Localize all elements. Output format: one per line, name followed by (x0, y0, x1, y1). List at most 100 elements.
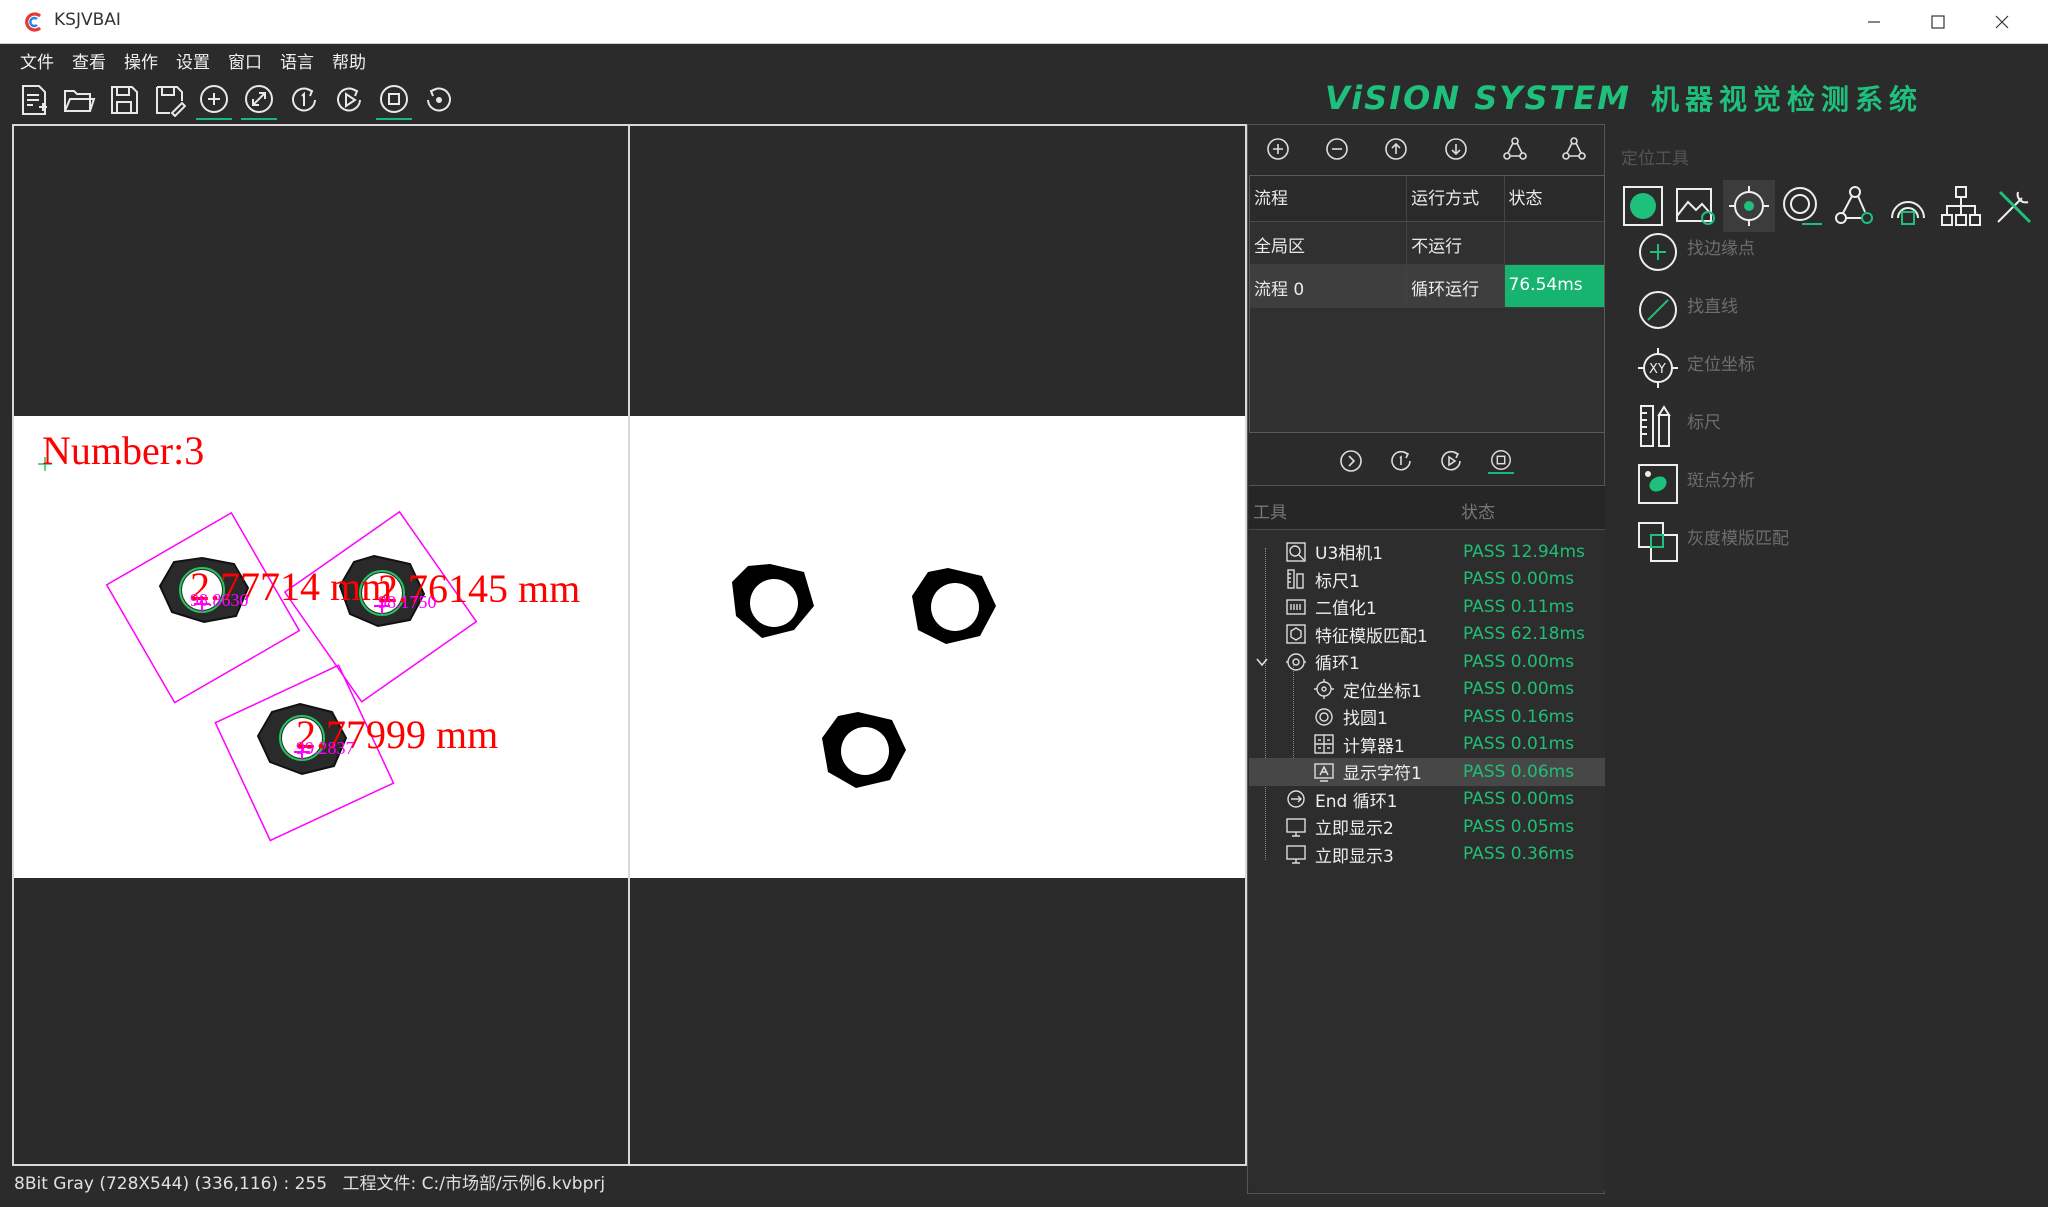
maximize-button[interactable] (1906, 0, 1970, 44)
tool-find-line[interactable]: 找直线 (1635, 286, 1738, 334)
remove-flow-icon[interactable] (1324, 136, 1350, 162)
tool-name: U3相机1 (1315, 544, 1384, 565)
binary-overlay (732, 564, 996, 788)
close-button[interactable] (1970, 0, 2034, 44)
tool-row[interactable]: 标尺1 PASS 0.00ms (1249, 566, 1605, 594)
category-structure[interactable] (1935, 180, 1987, 232)
fit-view-button[interactable] (241, 80, 277, 120)
category-image-process[interactable] (1670, 180, 1722, 232)
tool-row[interactable]: End 循环1 PASS 0.00ms (1249, 786, 1605, 814)
category-tools[interactable] (1988, 180, 2040, 232)
tool-row[interactable]: U3相机1 PASS 12.94ms (1249, 538, 1605, 566)
tool-name-cell: 立即显示3 (1249, 842, 1457, 867)
tool-row[interactable]: 立即显示3 PASS 0.36ms (1249, 841, 1605, 869)
chevron-down-icon[interactable] (1255, 655, 1269, 669)
category-communication[interactable] (1882, 180, 1934, 232)
monitor-icon (1286, 845, 1306, 864)
tool-locate-coordinate[interactable]: XY 定位坐标 (1635, 344, 1755, 392)
tool-name-cell: End 循环1 (1249, 787, 1457, 812)
stop-icon[interactable] (1488, 448, 1514, 474)
maximize-icon (1931, 15, 1945, 29)
tool-name-cell: 循环1 (1249, 649, 1457, 674)
tool-ruler[interactable]: 标尺 (1635, 402, 1721, 450)
brand-chinese: 机器视觉检测系统 (1651, 83, 1924, 116)
flow-settings-icon[interactable] (1561, 136, 1587, 162)
category-image-source[interactable] (1617, 180, 1669, 232)
menu-view[interactable]: 查看 (70, 44, 114, 74)
category-locate[interactable] (1723, 180, 1775, 232)
run-loop-button[interactable] (331, 80, 367, 120)
tool-status: PASS 0.11ms (1463, 596, 1575, 617)
app-logo-icon (25, 12, 42, 32)
menu-language[interactable]: 语言 (278, 44, 322, 74)
save-button[interactable] (106, 80, 142, 120)
run-once-button[interactable] (286, 80, 322, 120)
binary-hole (841, 727, 889, 775)
move-down-icon[interactable] (1443, 136, 1469, 162)
open-project-button[interactable] (61, 80, 97, 120)
binary-image-view[interactable] (628, 124, 1247, 1166)
tool-name-cell: 显示字符1 (1249, 759, 1457, 784)
brand-english: ViSION SYSTEM (1325, 79, 1632, 117)
tool-name: 定位坐标1 (1343, 681, 1422, 702)
tool-row-selected[interactable]: 显示字符1 PASS 0.06ms (1249, 758, 1605, 786)
move-up-icon[interactable] (1383, 136, 1409, 162)
tool-row[interactable]: 定位坐标1 PASS 0.00ms (1249, 676, 1605, 704)
find-edge-point-icon (1639, 233, 1677, 271)
tool-gray-template-match[interactable]: 灰度模版匹配 (1635, 518, 1789, 566)
tool-find-edge-point[interactable]: 找边缘点 (1635, 228, 1755, 276)
communication-icon (1891, 201, 1925, 225)
find-circle-icon (1315, 708, 1333, 726)
logic-icon (1835, 186, 1873, 224)
menu-operate[interactable]: 操作 (122, 44, 166, 74)
tool-row[interactable]: 二值化1 PASS 0.11ms (1249, 593, 1605, 621)
menu-settings[interactable]: 设置 (174, 44, 218, 74)
blob-icon (1638, 464, 1678, 504)
binarize-icon (1286, 599, 1306, 615)
category-logic[interactable] (1829, 180, 1881, 232)
new-project-button[interactable] (16, 80, 52, 120)
result-image: Number:3 2.77714 mm 2.76145 mm 2.77999 m… (14, 416, 628, 878)
step-icon[interactable] (1338, 448, 1364, 474)
add-flow-icon[interactable] (1265, 136, 1291, 162)
loop-icon (1286, 653, 1306, 671)
col-status: 状态 (1508, 189, 1543, 209)
tool-name: 循环1 (1315, 654, 1360, 675)
expand-icon (245, 85, 273, 113)
run-loop-icon (337, 87, 361, 112)
find-line-icon (1639, 291, 1677, 329)
tool-row[interactable]: 特征模版匹配1 PASS 62.18ms (1249, 621, 1605, 649)
menu-help[interactable]: 帮助 (330, 44, 374, 74)
save-as-button[interactable] (151, 80, 187, 120)
tool-status: PASS 0.16ms (1463, 706, 1575, 727)
flow-row-global[interactable]: 全局区 不运行 (1250, 222, 1604, 265)
tool-status: PASS 0.00ms (1463, 789, 1575, 810)
run-once-icon[interactable] (1388, 448, 1414, 474)
result-image-view[interactable]: Number:3 2.77714 mm 2.76145 mm 2.77999 m… (12, 124, 630, 1166)
title-bar: KSJVBAI (0, 0, 2048, 44)
run-actions (1248, 439, 1604, 483)
minimize-button[interactable] (1842, 0, 1906, 44)
svg-text:XY: XY (1649, 362, 1666, 377)
tool-tree-header: 工具 状态 (1249, 486, 1605, 530)
reset-button[interactable] (421, 80, 457, 120)
flow-row-0[interactable]: 流程 0 循环运行 76.54ms (1250, 265, 1604, 308)
menu-file[interactable]: 文件 (18, 44, 62, 74)
save-icon (111, 86, 138, 114)
project-file-path: 工程文件: C:/市场部/示例6.kvbprj (342, 1174, 606, 1194)
run-loop-icon[interactable] (1438, 448, 1464, 474)
zoom-in-button[interactable] (196, 80, 232, 120)
score-label-2: 98.1750 (378, 592, 437, 612)
tool-status: PASS 0.01ms (1463, 734, 1575, 755)
zoom-in-icon (200, 85, 228, 113)
ruler-icon (1640, 405, 1671, 447)
tool-blob-analysis[interactable]: 斑点分析 (1635, 460, 1755, 508)
stop-button[interactable] (376, 80, 412, 120)
tool-row[interactable]: 循环1 PASS 0.00ms (1249, 648, 1605, 676)
tool-row[interactable]: 计算器1 PASS 0.01ms (1249, 731, 1605, 759)
tool-row[interactable]: 找圆1 PASS 0.16ms (1249, 703, 1605, 731)
menu-window[interactable]: 窗口 (226, 44, 270, 74)
flow-link-icon[interactable] (1502, 136, 1528, 162)
category-measure[interactable] (1776, 180, 1828, 232)
tool-row[interactable]: 立即显示2 PASS 0.05ms (1249, 813, 1605, 841)
